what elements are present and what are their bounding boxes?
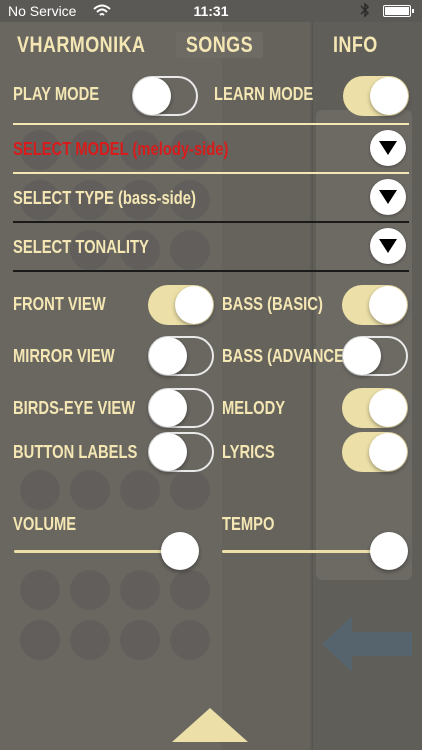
tempo-label: TEMPO [222, 514, 275, 534]
status-bar: No Service 11:31 [0, 0, 422, 22]
learn-mode-toggle[interactable] [343, 76, 409, 116]
bass-basic-label: BASS (BASIC) [222, 294, 323, 314]
select-model-row[interactable]: SELECT MODEL (melody-side) [0, 126, 422, 172]
tempo-slider-thumb[interactable] [370, 532, 408, 570]
select-tonality-row[interactable]: SELECT TONALITY [0, 223, 422, 269]
triangle-up-icon[interactable] [172, 708, 248, 742]
accordion-button-circle [120, 470, 160, 510]
mirror-view-label: MIRROR VIEW [13, 346, 115, 366]
accordion-button-circle [70, 570, 110, 610]
select-model-label: SELECT MODEL (melody-side) [13, 139, 229, 159]
accordion-button-circle [70, 470, 110, 510]
learn-mode-label: LEARN MODE [214, 84, 314, 104]
chevron-down-icon[interactable] [370, 179, 406, 215]
accordion-button-circle [120, 620, 160, 660]
select-tonality-label: SELECT TONALITY [13, 237, 149, 257]
bass-advanced-toggle[interactable] [342, 336, 408, 376]
play-mode-label: PLAY MODE [13, 84, 100, 104]
select-type-row[interactable]: SELECT TYPE (bass-side) [0, 174, 422, 220]
birds-eye-view-label: BIRDS-EYE VIEW [13, 398, 136, 418]
tab-songs[interactable]: SONGS [176, 32, 263, 58]
accordion-button-circle [20, 620, 60, 660]
volume-slider-thumb[interactable] [161, 532, 199, 570]
play-mode-toggle[interactable] [132, 76, 198, 116]
accordion-button-circle [170, 470, 210, 510]
bass-advanced-label: BASS (ADVANCED) [222, 346, 360, 366]
bluetooth-icon [360, 2, 370, 18]
chevron-down-icon[interactable] [370, 228, 406, 264]
accordion-button-circle [20, 570, 60, 610]
lyrics-label: LYRICS [222, 442, 275, 462]
chevron-down-icon[interactable] [370, 130, 406, 166]
button-labels-toggle[interactable] [148, 432, 214, 472]
accordion-button-circle [20, 470, 60, 510]
clock: 11:31 [193, 3, 229, 19]
divider [13, 123, 409, 125]
accordion-button-circle [70, 620, 110, 660]
select-type-label: SELECT TYPE (bass-side) [13, 188, 196, 208]
top-nav: VHARMONIKA SONGS INFO [0, 22, 422, 70]
front-view-label: FRONT VIEW [13, 294, 106, 314]
lyrics-toggle[interactable] [342, 432, 408, 472]
tab-info[interactable]: INFO [333, 32, 378, 58]
divider [13, 270, 409, 272]
bass-basic-toggle[interactable] [342, 285, 408, 325]
birds-eye-view-toggle[interactable] [148, 388, 214, 428]
mirror-view-toggle[interactable] [148, 336, 214, 376]
accordion-button-circle [170, 620, 210, 660]
accordion-button-circle [120, 570, 160, 610]
battery-icon [383, 5, 414, 17]
tempo-slider-track[interactable] [222, 550, 390, 553]
tab-vharmonika[interactable]: VHARMONIKA [17, 32, 145, 58]
back-arrow-graphic [322, 616, 412, 672]
accordion-button-circle [170, 570, 210, 610]
melody-label: MELODY [222, 398, 286, 418]
volume-slider-track[interactable] [14, 550, 182, 553]
button-labels-label: BUTTON LABELS [13, 442, 138, 462]
front-view-toggle[interactable] [148, 285, 214, 325]
volume-label: VOLUME [13, 514, 77, 534]
melody-toggle[interactable] [342, 388, 408, 428]
